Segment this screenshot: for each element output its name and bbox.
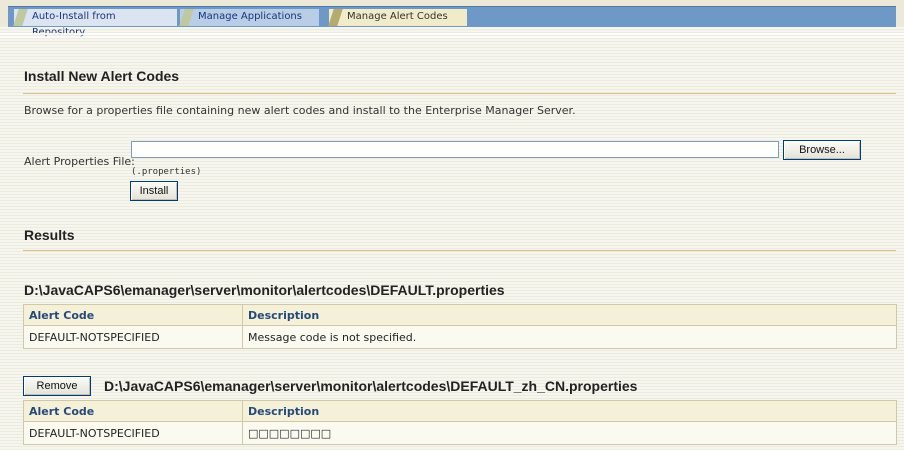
column-header-alert-code: Alert Code <box>23 304 243 326</box>
table-header-row: Alert Code Description <box>23 400 897 422</box>
description-cell: Message code is not specified. <box>242 325 897 349</box>
alert-codes-table-zh-cn: Alert Code Description DEFAULT-NOTSPECIF… <box>23 400 897 445</box>
tab-manage-applications[interactable]: Manage Applications <box>180 9 319 26</box>
column-header-alert-code: Alert Code <box>23 400 243 422</box>
table-header-row: Alert Code Description <box>23 304 897 326</box>
browse-button[interactable]: Browse... <box>783 140 861 160</box>
results-heading: Results <box>24 227 75 243</box>
install-heading-rule <box>23 93 896 94</box>
tab-bar: Auto-Install from Repository Manage Appl… <box>0 0 904 38</box>
divider <box>0 33 904 35</box>
divider <box>0 36 904 38</box>
alert-code-cell: DEFAULT-NOTSPECIFIED <box>23 325 243 349</box>
column-header-description: Description <box>242 400 897 422</box>
remove-button[interactable]: Remove <box>23 376 91 396</box>
alert-codes-table-default: Alert Code Description DEFAULT-NOTSPECIF… <box>23 304 897 349</box>
table-row: DEFAULT-NOTSPECIFIED Message code is not… <box>23 325 897 349</box>
tab-manage-alert-codes[interactable]: Manage Alert Codes <box>329 9 467 26</box>
results-heading-rule <box>23 250 896 251</box>
column-header-description: Description <box>242 304 897 326</box>
install-heading: Install New Alert Codes <box>24 68 180 84</box>
alert-properties-file-input[interactable] <box>131 141 779 158</box>
tab-auto-install[interactable]: Auto-Install from Repository <box>14 9 177 38</box>
file-type-hint: (.properties) <box>131 167 202 177</box>
file-path-default: D:\JavaCAPS6\emanager\server\monitor\ale… <box>24 282 505 298</box>
alert-code-cell: DEFAULT-NOTSPECIFIED <box>23 421 243 445</box>
file-path-zh-cn: D:\JavaCAPS6\emanager\server\monitor\ale… <box>104 378 638 394</box>
description-cell: □□□□□□□□ <box>242 421 897 445</box>
install-button[interactable]: Install <box>130 181 178 201</box>
table-row: DEFAULT-NOTSPECIFIED □□□□□□□□ <box>23 421 897 445</box>
alert-properties-file-label: Alert Properties File: <box>24 155 135 168</box>
install-description: Browse for a properties file containing … <box>24 104 576 117</box>
